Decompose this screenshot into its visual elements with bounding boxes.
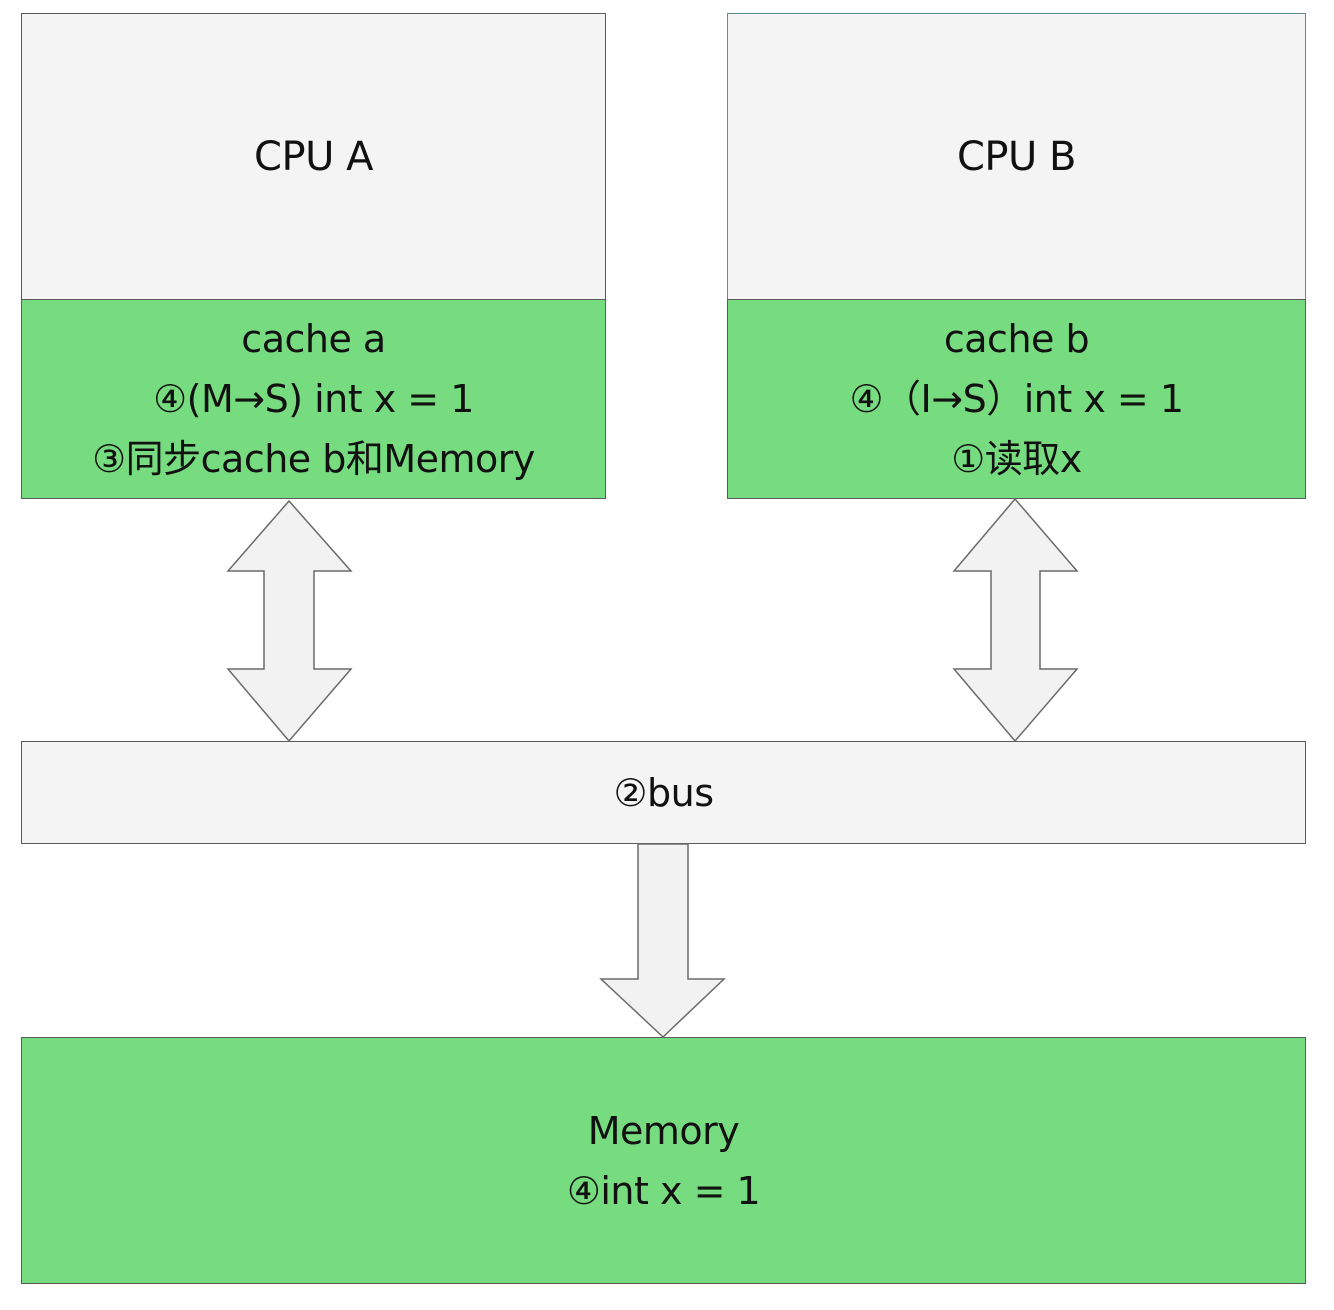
bus-label: ②bus	[613, 770, 714, 815]
cache-a-state-line: ④(M→S) int x = 1	[153, 377, 474, 421]
cache-a-bus-double-arrow	[226, 499, 353, 743]
memory-box: Memory ④int x = 1	[21, 1037, 1306, 1284]
cpu-a-title: CPU A	[254, 134, 373, 180]
memory-value-line: ④int x = 1	[566, 1168, 761, 1213]
cache-a-title: cache a	[241, 317, 386, 361]
cache-b-bus-double-arrow	[952, 497, 1079, 743]
cache-a-box: cache a ④(M→S) int x = 1 ③同步cache b和Memo…	[21, 299, 606, 499]
bus-box: ②bus	[21, 741, 1306, 844]
cache-b-box: cache b ④（I→S）int x = 1 ①读取x	[727, 299, 1306, 499]
cache-b-state-line: ④（I→S）int x = 1	[849, 377, 1184, 421]
cpu-a-box: CPU A	[21, 13, 606, 301]
cache-b-read-line: ①读取x	[951, 437, 1082, 481]
bus-memory-down-arrow	[599, 843, 726, 1039]
cache-b-title: cache b	[943, 317, 1090, 361]
cpu-b-box: CPU B	[727, 13, 1306, 301]
cpu-b-title: CPU B	[957, 134, 1076, 180]
memory-title: Memory	[587, 1108, 740, 1153]
cache-a-sync-line: ③同步cache b和Memory	[92, 437, 535, 481]
